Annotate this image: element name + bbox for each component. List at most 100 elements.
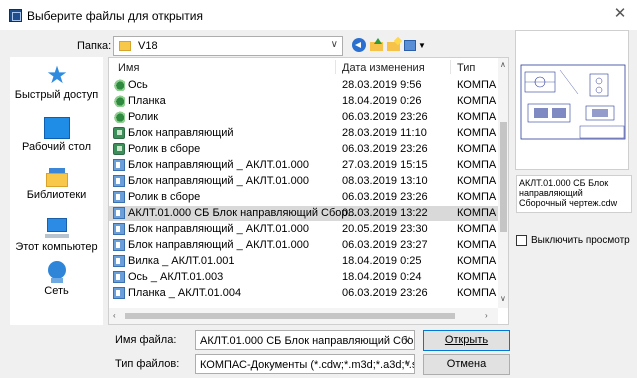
filetype-select[interactable]: КОМПАС-Документы (*.cdw;*.m3d;*.a3d;*.sp… [195,354,415,374]
file-row[interactable]: Блок направляющий 28.03.2019 11:10 КОМПА [109,126,499,141]
file-type: КОМПА [457,175,497,187]
preview-pane [515,30,629,170]
column-divider[interactable] [335,60,336,74]
file-row[interactable]: Ось _ АКЛТ.01.003 18.04.2019 0:24 КОМПА [109,270,499,285]
file-date: 27.03.2019 15:15 [342,159,428,171]
dialog-body: Папка: V18 ∨ ▼ ★ Быстрый доступ Рабочий … [0,30,637,378]
file-type: КОМПА [457,287,497,299]
file-date: 06.03.2019 23:26 [342,191,428,203]
file-row[interactable]: Ролик 06.03.2019 23:26 КОМПА [109,110,499,125]
open-button-label: Открыть [444,334,489,346]
file-type: КОМПА [457,223,497,235]
close-icon[interactable]: ✕ [612,6,628,22]
file-date: 28.03.2019 9:56 [342,79,422,91]
file-type: КОМПА [457,239,497,251]
file-row[interactable]: Вилка _ АКЛТ.01.001 18.04.2019 0:25 КОМПА [109,254,499,269]
file-row[interactable]: Ось 28.03.2019 9:56 КОМПА [109,78,499,93]
file-name: Планка _ АКЛТ.01.004 [128,287,242,299]
file-date: 20.05.2019 23:30 [342,223,428,235]
file-date: 18.04.2019 0:25 [342,255,422,267]
scroll-left-icon[interactable]: ‹ [113,311,116,320]
assembly-file-icon [113,143,125,155]
file-type: КОМПА [457,79,497,91]
desktop-icon [44,117,70,139]
file-name: Блок направляющий [128,127,234,139]
file-type: КОМПА [457,255,497,267]
file-name: Блок направляющий _ АКЛТ.01.000 [128,175,309,187]
file-date: 28.03.2019 11:10 [342,127,427,139]
scrollbar-thumb[interactable] [500,122,507,232]
folder-icon [119,41,131,51]
network-icon [44,261,70,283]
back-icon[interactable] [352,38,366,52]
file-name: Блок направляющий _ АКЛТ.01.000 [128,239,309,251]
scroll-up-icon[interactable]: ∧ [500,60,506,69]
chevron-down-icon[interactable]: ∨ [331,39,338,50]
file-row[interactable]: Ролик в сборе 06.03.2019 23:26 КОМПА [109,190,499,205]
file-row[interactable]: Блок направляющий _ АКЛТ.01.000 27.03.201… [109,158,499,173]
file-row[interactable]: Планка _ АКЛТ.01.004 06.03.2019 23:26 КОМП… [109,286,499,301]
column-header-date[interactable]: Дата изменения [342,62,425,74]
folder-value: V18 [138,40,158,52]
disable-preview-label[interactable]: Выключить просмотр [531,235,630,246]
file-row[interactable]: Блок направляющий _ АКЛТ.01.000 20.05.201… [109,222,499,237]
preview-description: АКЛТ.01.000 СБ Блок направляющий Сборочн… [516,175,632,213]
column-divider[interactable] [450,60,451,74]
chevron-down-icon[interactable]: ∨ [404,334,411,345]
filename-input[interactable]: АКЛТ.01.000 СБ Блок направляющий Сборочн… [195,330,415,350]
folder-combobox[interactable]: V18 ∨ [113,36,343,56]
drawing-file-icon [113,207,125,219]
drawing-file-icon [113,175,125,187]
up-folder-icon[interactable] [370,38,384,52]
app-icon [9,9,22,22]
column-header-type[interactable]: Тип [457,62,475,74]
drawing-file-icon [113,159,125,171]
file-type: КОМПА [457,127,497,139]
file-date: 06.03.2019 23:26 [342,143,428,155]
file-row[interactable]: Планка 18.04.2019 0:26 КОМПА [109,94,499,109]
cancel-button[interactable]: Отмена [423,354,510,375]
file-row[interactable]: Блок направляющий _ АКЛТ.01.000 06.03.201… [109,238,499,253]
file-date: 08.03.2019 13:22 [342,207,428,219]
view-menu-icon[interactable]: ▼ [404,38,426,52]
file-type: КОМПА [457,143,497,155]
drawing-file-icon [113,191,125,203]
file-date: 08.03.2019 13:10 [342,175,428,187]
file-row[interactable]: АКЛТ.01.000 СБ Блок направляющий Сбор...… [109,206,499,221]
scrollbar-thumb[interactable] [125,313,455,319]
scroll-down-icon[interactable]: ∨ [500,294,506,303]
places-bar: ★ Быстрый доступ Рабочий стол Библиотеки… [10,57,103,325]
vertical-scrollbar[interactable]: ∧ ∨ [498,58,508,308]
filetype-value: КОМПАС-Документы (*.cdw;*.m3d;*.a3d;*.sp… [200,359,415,371]
file-type: КОМПА [457,271,497,283]
place-libraries[interactable]: Библиотеки [10,161,103,217]
part-file-icon [113,95,125,107]
place-quick-access[interactable]: ★ Быстрый доступ [10,61,103,117]
filename-label: Имя файла: [115,334,177,346]
file-row[interactable]: Блок направляющий _ АКЛТ.01.000 08.03.201… [109,174,499,189]
file-list[interactable]: Имя Дата изменения Тип Ось 28.03.2019 9:5… [108,57,509,325]
assembly-file-icon [113,127,125,139]
file-type: КОМПА [457,191,497,203]
file-date: 18.04.2019 0:24 [342,271,422,283]
part-file-icon [113,111,125,123]
place-label: Этот компьютер [15,241,98,253]
chevron-down-icon[interactable]: ∨ [404,358,411,369]
new-folder-icon[interactable] [387,36,403,52]
scroll-right-icon[interactable]: › [485,311,488,320]
place-label: Быстрый доступ [14,89,99,101]
file-type: КОМПА [457,111,497,123]
file-name: Планка [128,95,166,107]
column-header-name[interactable]: Имя [118,62,139,74]
horizontal-scrollbar[interactable]: ‹ › [109,308,498,324]
file-date: 18.04.2019 0:26 [342,95,422,107]
file-type: КОМПА [457,207,497,219]
file-date: 06.03.2019 23:26 [342,287,428,299]
disable-preview-checkbox[interactable] [516,235,527,246]
file-row[interactable]: Ролик в сборе 06.03.2019 23:26 КОМПА [109,142,499,157]
drawing-file-icon [113,271,125,283]
drawing-file-icon [113,223,125,235]
open-button[interactable]: Открыть [423,330,510,351]
place-network[interactable]: Сеть [10,257,103,313]
file-date: 06.03.2019 23:26 [342,111,428,123]
